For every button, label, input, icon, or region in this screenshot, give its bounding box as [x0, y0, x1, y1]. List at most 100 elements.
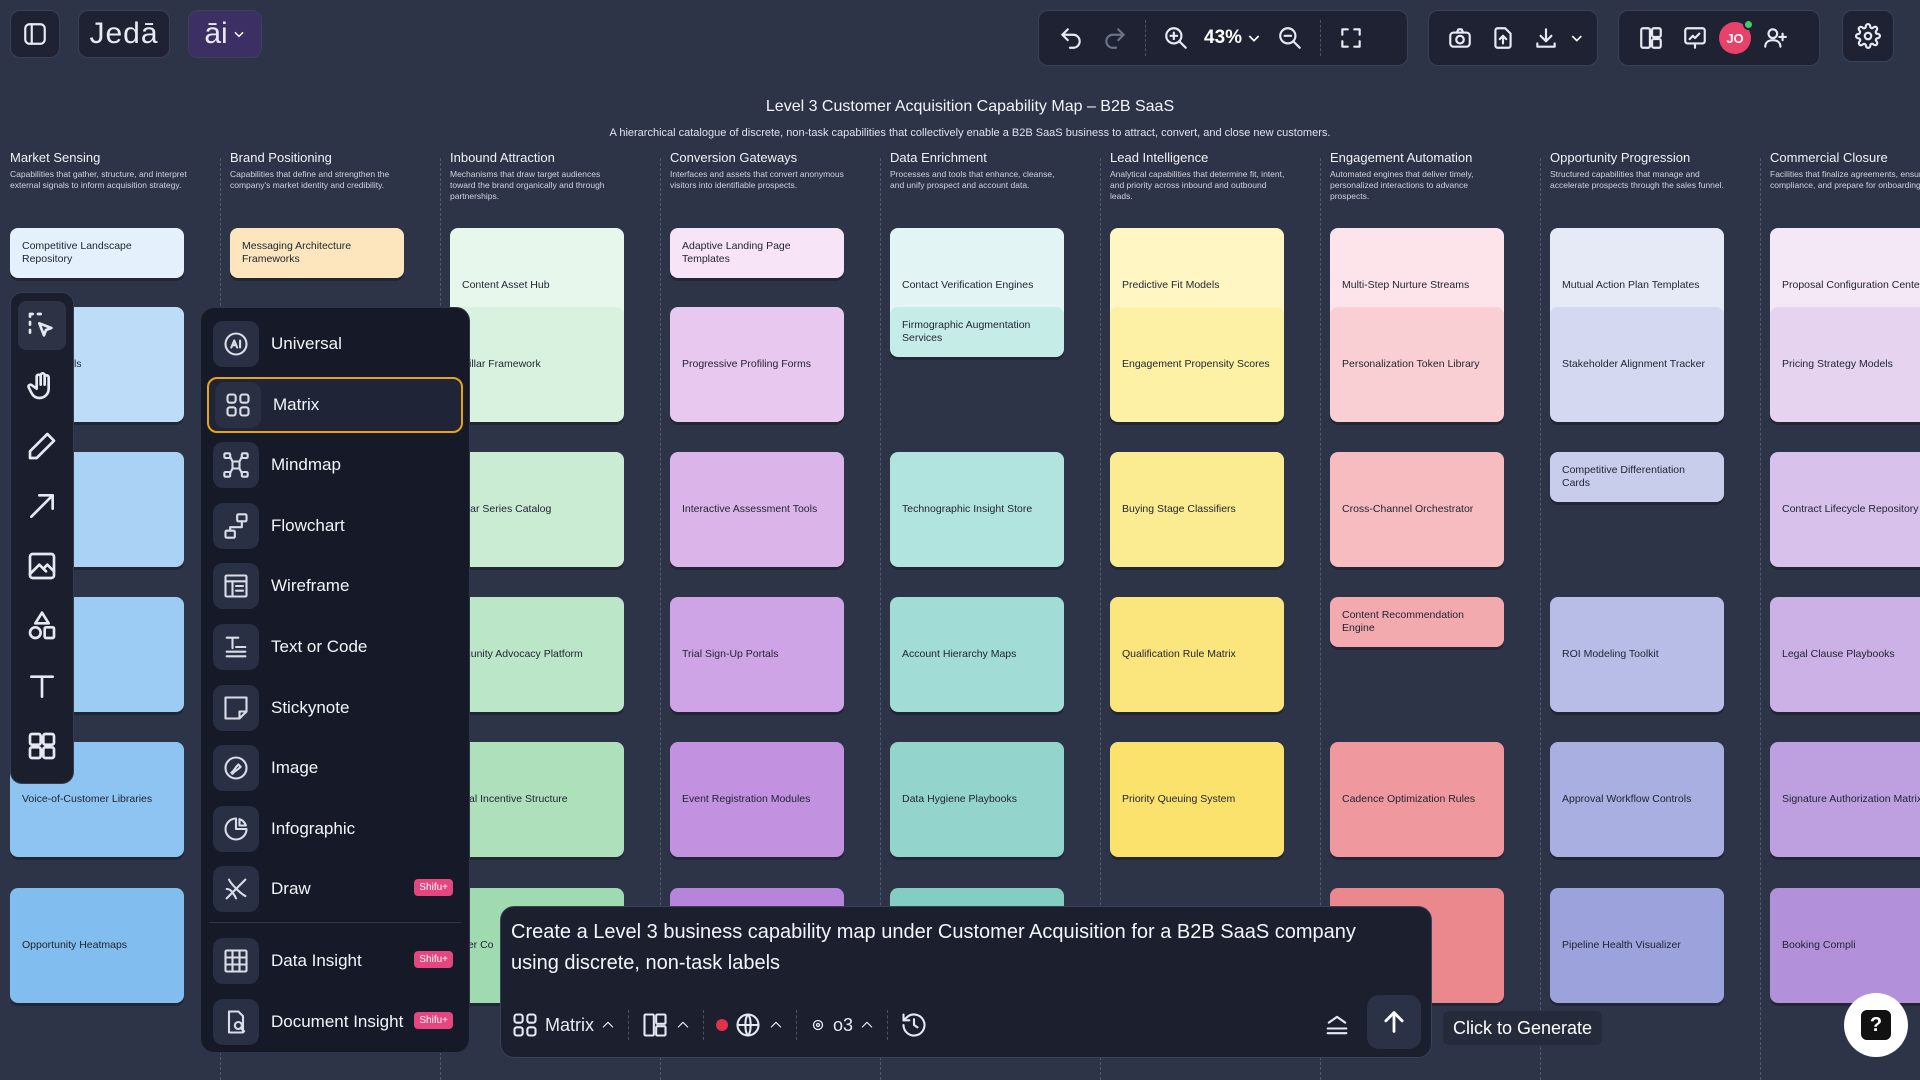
- menu-item-document-insight[interactable]: Document Insight Shifu+: [207, 994, 463, 1050]
- capability-card[interactable]: Interactive Assessment Tools: [670, 452, 844, 567]
- capability-card[interactable]: Competitive Differentiation Cards: [1550, 452, 1724, 502]
- zoom-level-dropdown[interactable]: 43%: [1200, 27, 1266, 49]
- fit-screen-icon[interactable]: [1331, 18, 1371, 58]
- menu-item-wireframe[interactable]: Wireframe: [207, 558, 463, 614]
- select-tool[interactable]: [18, 301, 66, 350]
- capability-card[interactable]: Trial Sign-Up Portals: [670, 597, 844, 712]
- avatar[interactable]: JO: [1719, 19, 1754, 54]
- capability-card[interactable]: Personalization Token Library: [1330, 307, 1504, 422]
- collapse-button[interactable]: [1323, 1011, 1351, 1039]
- capability-card[interactable]: Qualification Rule Matrix: [1110, 597, 1284, 712]
- capability-card[interactable]: Firmographic Augmentation Services: [890, 307, 1064, 357]
- capability-card[interactable]: Priority Queuing System: [1110, 742, 1284, 857]
- capability-card[interactable]: Booking Compli: [1770, 888, 1920, 1003]
- ai-menu-button[interactable]: āi: [188, 10, 262, 58]
- menu-item-flowchart[interactable]: Flowchart: [207, 498, 463, 554]
- prompt-input[interactable]: Create a Level 3 business capability map…: [511, 917, 1391, 979]
- app-name: Jedā: [89, 17, 159, 50]
- chevron-up-icon: [677, 1021, 689, 1028]
- capability-card[interactable]: Account Hierarchy Maps: [890, 597, 1064, 712]
- text-tool[interactable]: [18, 661, 66, 710]
- generate-button[interactable]: [1367, 995, 1421, 1049]
- column-description: Facilities that finalize agreements, ens…: [1770, 169, 1920, 190]
- redo-icon[interactable]: [1095, 18, 1135, 58]
- capability-card[interactable]: Stakeholder Alignment Tracker: [1550, 307, 1724, 422]
- capability-card[interactable]: ROI Modeling Toolkit: [1550, 597, 1724, 712]
- flowchart-icon: [213, 502, 259, 549]
- capability-card[interactable]: Pricing Strategy Models: [1770, 307, 1920, 422]
- capability-card[interactable]: Technographic Insight Store: [890, 452, 1064, 567]
- capability-card[interactable]: munity Advocacy Platform: [450, 597, 624, 712]
- column-divider: [1540, 158, 1541, 1080]
- menu-item-label: Text or Code: [271, 636, 368, 656]
- menu-item-label: Mindmap: [271, 455, 341, 475]
- menu-item-image[interactable]: Image: [207, 740, 463, 796]
- sidebar-toggle-button[interactable]: [10, 10, 60, 58]
- app-logo[interactable]: Jedā: [78, 10, 170, 58]
- capability-card[interactable]: Buying Stage Classifiers: [1110, 452, 1284, 567]
- history-button[interactable]: [900, 1011, 928, 1039]
- layout-panels-icon[interactable]: [1631, 18, 1671, 58]
- column-title: Conversion Gateways: [670, 150, 798, 165]
- settings-button[interactable]: [1842, 10, 1894, 62]
- capability-card[interactable]: Content Recommendation Engine: [1330, 597, 1504, 647]
- download-icon[interactable]: [1527, 18, 1566, 58]
- templates-tool[interactable]: [18, 721, 66, 770]
- capability-card[interactable]: Engagement Propensity Scores: [1110, 307, 1284, 422]
- menu-item-mindmap[interactable]: Mindmap: [207, 437, 463, 493]
- column-title: Data Enrichment: [890, 150, 987, 165]
- capability-card[interactable]: Data Hygiene Playbooks: [890, 742, 1064, 857]
- capability-card[interactable]: Contract Lifecycle Repository: [1770, 452, 1920, 567]
- menu-item-draw[interactable]: Draw Shifu+: [207, 861, 463, 917]
- capability-card[interactable]: Adaptive Landing Page Templates: [670, 228, 844, 278]
- capability-card[interactable]: Approval Workflow Controls: [1550, 742, 1724, 857]
- chevron-down-icon[interactable]: [1569, 30, 1585, 46]
- upload-file-icon[interactable]: [1484, 18, 1523, 58]
- pencil-tool[interactable]: [18, 421, 66, 470]
- capability-card[interactable]: Opportunity Heatmaps: [10, 888, 184, 1003]
- web-search-toggle[interactable]: [716, 1011, 784, 1039]
- undo-icon[interactable]: [1051, 18, 1091, 58]
- model-icon: [812, 1019, 824, 1031]
- menu-item-label: Document Insight: [271, 1011, 404, 1031]
- help-button[interactable]: ?: [1844, 993, 1908, 1057]
- menu-item-stickynote[interactable]: Stickynote: [207, 680, 463, 736]
- menu-item-universal[interactable]: Universal: [207, 316, 463, 372]
- capability-card[interactable]: Legal Clause Playbooks: [1770, 597, 1920, 712]
- shapes-tool[interactable]: [18, 601, 66, 650]
- add-user-icon[interactable]: [1755, 18, 1795, 58]
- column-title: Engagement Automation: [1330, 150, 1473, 165]
- arrow-tool[interactable]: [18, 481, 66, 530]
- capability-card[interactable]: Pipeline Health Visualizer: [1550, 888, 1724, 1003]
- image-tool[interactable]: [18, 541, 66, 590]
- diagram-type-label: Matrix: [545, 1014, 594, 1035]
- menu-item-matrix[interactable]: Matrix: [207, 376, 463, 433]
- menu-item-infographic[interactable]: Infographic: [207, 801, 463, 857]
- capability-card[interactable]: rral Incentive Structure: [450, 742, 624, 857]
- capability-card[interactable]: inar Series Catalog: [450, 452, 624, 567]
- menu-item-label: Draw: [271, 879, 311, 899]
- chevron-down-icon: [234, 31, 244, 38]
- capability-card[interactable]: Cross-Channel Orchestrator: [1330, 452, 1504, 567]
- hand-tool[interactable]: [18, 361, 66, 410]
- zoom-in-icon[interactable]: [1156, 18, 1196, 58]
- capability-card[interactable]: Pillar Framework: [450, 307, 624, 422]
- diagram-type-selector[interactable]: Matrix: [511, 1011, 616, 1039]
- model-selector[interactable]: o3: [809, 1015, 875, 1036]
- menu-item-data-insight[interactable]: Data Insight Shifu+: [207, 933, 463, 989]
- zoom-out-icon[interactable]: [1270, 18, 1310, 58]
- capability-card[interactable]: Event Registration Modules: [670, 742, 844, 857]
- presentation-icon[interactable]: [1675, 18, 1715, 58]
- capability-card[interactable]: Signature Authorization Matrix: [1770, 742, 1920, 857]
- menu-item-text-or-code[interactable]: Text or Code: [207, 619, 463, 675]
- capability-card[interactable]: Progressive Profiling Forms: [670, 307, 844, 422]
- export-group: [1428, 10, 1598, 66]
- capability-card[interactable]: Competitive Landscape Repository: [10, 228, 184, 278]
- camera-icon[interactable]: [1441, 18, 1480, 58]
- stickynote-icon: [213, 684, 259, 731]
- capability-card[interactable]: Cadence Optimization Rules: [1330, 742, 1504, 857]
- capability-card[interactable]: Messaging Architecture Frameworks: [230, 228, 404, 278]
- shifu-badge: Shifu+: [414, 1011, 453, 1029]
- prompt-box[interactable]: Create a Level 3 business capability map…: [500, 906, 1432, 1058]
- layout-selector[interactable]: [641, 1011, 691, 1039]
